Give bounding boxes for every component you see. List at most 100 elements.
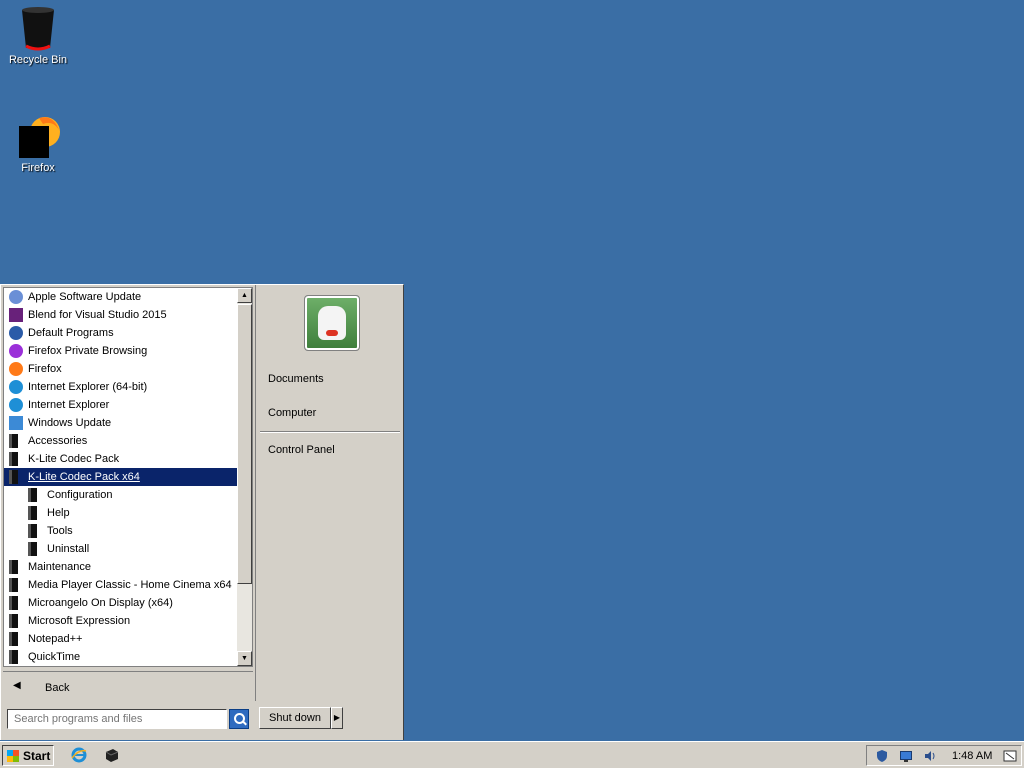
firefox-label: Firefox	[21, 162, 55, 174]
blend-icon	[9, 308, 23, 322]
recycle-bin-icon	[22, 7, 54, 51]
folder-icon	[9, 614, 18, 628]
scroll-down-button[interactable]: ▼	[237, 651, 252, 666]
program-label: Internet Explorer (64-bit)	[28, 381, 148, 393]
default-programs-icon	[9, 326, 23, 340]
programs-list: Apple Software Update Blend for Visual St…	[4, 288, 238, 666]
program-label: Microangelo On Display (x64)	[28, 597, 173, 609]
program-item[interactable]: Internet Explorer (64-bit)	[4, 378, 238, 396]
scroll-thumb[interactable]	[237, 304, 252, 584]
program-label: Firefox Private Browsing	[28, 345, 148, 357]
program-item[interactable]: Windows Update	[4, 414, 238, 432]
shutdown-options-button[interactable]: ▶	[331, 707, 343, 729]
computer-link[interactable]: Computer	[268, 407, 316, 419]
back-arrow-icon: ◀	[13, 680, 21, 691]
system-tray: 1:48 AM	[866, 745, 1022, 766]
shutdown-button[interactable]: Shut down	[259, 707, 331, 729]
program-label: Uninstall	[47, 543, 90, 555]
program-label: Default Programs	[28, 327, 114, 339]
program-item[interactable]: Notepad++	[4, 630, 238, 648]
program-label: Notepad++	[28, 633, 83, 645]
folder-icon	[28, 488, 37, 502]
program-item[interactable]: Microangelo On Display (x64)	[4, 594, 238, 612]
program-label: Apple Software Update	[28, 291, 142, 303]
control-panel-link[interactable]: Control Panel	[268, 444, 335, 456]
firefox-icon	[9, 362, 23, 376]
program-label: Configuration	[47, 489, 113, 501]
program-label: Microsoft Expression	[28, 615, 131, 627]
program-item[interactable]: Media Player Classic - Home Cinema x64	[4, 576, 238, 594]
security-shield-icon[interactable]	[875, 749, 889, 763]
volume-icon[interactable]	[923, 749, 937, 763]
folder-icon	[9, 650, 18, 664]
program-label: Maintenance	[28, 561, 91, 573]
program-item[interactable]: Firefox	[4, 360, 238, 378]
network-monitor-icon[interactable]	[899, 749, 913, 763]
start-right-panel: Documents Computer Control Panel	[255, 285, 404, 701]
program-item[interactable]: QuickTime	[4, 648, 238, 666]
programs-scrollbar[interactable]: ▲ ▼	[237, 288, 252, 666]
scroll-up-button[interactable]: ▲	[237, 288, 252, 303]
media-player-icon[interactable]	[104, 747, 120, 763]
folder-icon	[9, 596, 18, 610]
firefox-icon	[19, 117, 60, 158]
program-label: Internet Explorer	[28, 399, 110, 411]
desktop-icon-recycle-bin[interactable]: Recycle Bin	[0, 6, 76, 66]
program-label: Tools	[47, 525, 73, 537]
recycle-bin-label: Recycle Bin	[8, 54, 68, 66]
folder-icon	[9, 578, 18, 592]
folder-icon	[9, 560, 18, 574]
start-button[interactable]: Start	[2, 745, 54, 766]
windows-logo-icon	[7, 750, 19, 762]
folder-icon	[9, 452, 18, 466]
folder-icon	[28, 506, 37, 520]
search-button[interactable]	[229, 709, 249, 729]
program-item[interactable]: Uninstall	[4, 540, 238, 558]
ie-icon	[9, 380, 23, 394]
desktop-icon-firefox[interactable]: Firefox	[0, 112, 76, 174]
program-item[interactable]: Internet Explorer	[4, 396, 238, 414]
program-item[interactable]: Apple Software Update	[4, 288, 238, 306]
windows-update-icon	[9, 416, 23, 430]
documents-link[interactable]: Documents	[268, 373, 324, 385]
back-button[interactable]: ◀ Back	[3, 671, 253, 702]
program-label: Help	[47, 507, 70, 519]
program-item[interactable]: K-Lite Codec Pack	[4, 450, 238, 468]
program-label: QuickTime	[28, 651, 81, 663]
program-item[interactable]: Firefox Private Browsing	[4, 342, 238, 360]
clock[interactable]: 1:48 AM	[952, 750, 992, 762]
program-item[interactable]: Configuration	[4, 486, 238, 504]
all-programs-panel: Apple Software Update Blend for Visual St…	[3, 287, 253, 667]
program-label: Windows Update	[28, 417, 112, 429]
program-label: K-Lite Codec Pack x64	[28, 471, 140, 483]
program-item[interactable]: Microsoft Expression	[4, 612, 238, 630]
user-avatar[interactable]	[304, 295, 360, 351]
back-label: Back	[45, 682, 70, 694]
program-label: Firefox	[28, 363, 62, 375]
apple-update-icon	[9, 290, 23, 304]
start-label: Start	[23, 749, 51, 763]
show-desktop-icon[interactable]	[1003, 749, 1017, 763]
program-item[interactable]: K-Lite Codec Pack x64	[4, 468, 238, 486]
program-label: K-Lite Codec Pack	[28, 453, 120, 465]
folder-icon	[9, 632, 18, 646]
firefox-private-icon	[9, 344, 23, 358]
ie-icon	[9, 398, 23, 412]
folder-icon	[28, 542, 37, 556]
program-item[interactable]: Default Programs	[4, 324, 238, 342]
program-item[interactable]: Help	[4, 504, 238, 522]
program-item[interactable]: Accessories	[4, 432, 238, 450]
program-item[interactable]: Maintenance	[4, 558, 238, 576]
program-label: Media Player Classic - Home Cinema x64	[28, 579, 232, 591]
program-label: Accessories	[28, 435, 88, 447]
program-label: Blend for Visual Studio 2015	[28, 309, 167, 321]
folder-icon	[28, 524, 37, 538]
program-item[interactable]: Blend for Visual Studio 2015	[4, 306, 238, 324]
right-panel-separator	[260, 431, 400, 433]
program-item[interactable]: Tools	[4, 522, 238, 540]
start-menu: Apple Software Update Blend for Visual St…	[0, 284, 404, 740]
internet-explorer-icon[interactable]	[71, 747, 87, 763]
taskbar: Start 1:48 AM	[0, 741, 1024, 768]
shutdown-group: Shut down ▶	[259, 707, 343, 729]
search-input[interactable]	[7, 709, 227, 729]
